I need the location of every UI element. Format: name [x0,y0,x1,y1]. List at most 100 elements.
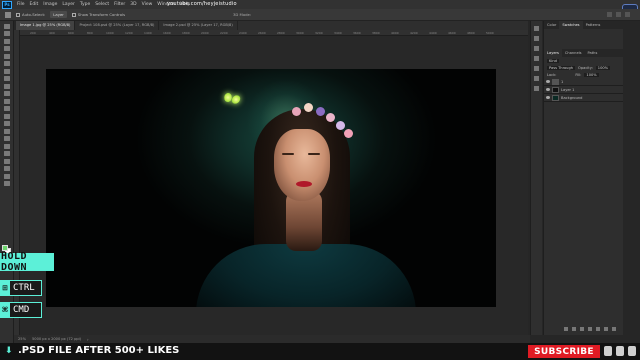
search-icon[interactable] [607,12,612,17]
brush-tool-icon[interactable] [3,83,10,89]
paragraph-panel-icon[interactable] [534,86,539,91]
history-brush-tool-icon[interactable] [3,98,10,104]
windows-icon: ⊞ [0,280,10,296]
more-tools-icon[interactable] [3,181,10,186]
auto-select-checkbox[interactable]: Auto-Select: [16,12,45,17]
lasso-tool-icon[interactable] [3,38,10,44]
fill-label: Fill: [575,72,582,77]
opacity-field[interactable]: 100% [595,65,611,70]
fx-icon[interactable] [572,327,576,331]
marquee-tool-icon[interactable] [3,31,10,36]
layer-row[interactable]: Layer 1 [544,86,623,94]
workspace-icon[interactable] [616,12,621,17]
frame-tool-icon[interactable] [3,61,10,66]
ruler-tick: 200 [30,31,36,35]
eye-icon[interactable] [546,80,550,83]
group-icon[interactable] [596,327,600,331]
zoom-level[interactable]: 25% [18,337,26,341]
ruler-tick: 2600 [258,31,266,35]
tab-image-2[interactable]: Image 2.psd @ 25% (Layer 17, RGB/8) [159,21,238,30]
layers-bottom-toolbar [564,327,616,331]
layer-name: Background [561,95,583,100]
adjustments-panel-icon[interactable] [534,46,539,51]
menu-edit[interactable]: Edit [30,2,39,7]
layer-row[interactable]: Background [544,94,623,102]
gradient-tool-icon[interactable] [3,113,10,119]
menu-view[interactable]: View [142,2,153,7]
link-icon[interactable] [564,327,568,331]
eye-icon[interactable] [546,96,550,99]
quick-select-tool-icon[interactable] [3,46,10,51]
document-canvas-image[interactable] [46,69,496,307]
type-tool-icon[interactable] [3,143,10,149]
flower-crown-flower [304,103,313,112]
libraries-panel-icon[interactable] [534,56,539,61]
move-tool-icon[interactable] [3,23,10,29]
mask-icon[interactable] [580,327,584,331]
crop-tool-icon[interactable] [3,53,10,59]
menu-file[interactable]: File [17,2,25,7]
tab-channels[interactable]: Channels [562,49,585,57]
subscribe-button[interactable]: SUBSCRIBE [528,345,600,358]
swatches-area [544,29,623,49]
share-icon[interactable] [628,346,636,356]
blend-mode-select[interactable]: Pass Through [547,65,576,70]
move-tool-icon[interactable] [5,11,11,18]
lock-label: Lock: [547,72,557,77]
rectangle-tool-icon[interactable] [3,158,10,164]
tab-paths[interactable]: Paths [585,49,601,57]
adjustment-icon[interactable] [588,327,592,331]
history-panel-icon[interactable] [534,26,539,31]
menu-layer[interactable]: Layer [62,2,75,7]
zoom-tool-icon[interactable] [3,173,10,179]
ruler-tick: 4400 [429,31,437,35]
pen-tool-icon[interactable] [3,136,10,141]
trash-icon[interactable] [612,327,616,331]
blur-tool-icon[interactable] [3,121,10,126]
eyedropper-tool-icon[interactable] [3,68,10,74]
menu-select[interactable]: Select [95,2,109,7]
photoshop-logo-icon[interactable]: Ps [2,0,12,9]
tab-layers[interactable]: Layers [544,49,562,57]
new-layer-icon[interactable] [604,327,608,331]
clone-stamp-tool-icon[interactable] [3,91,10,96]
ctrl-key-label: CTRL [10,280,42,296]
like-icon[interactable] [604,346,612,356]
chevron-right-icon[interactable]: › [87,337,89,342]
eraser-tool-icon[interactable] [3,106,10,111]
ruler-tick: 2400 [239,31,247,35]
show-transform-checkbox[interactable]: Show Transform Controls [71,12,125,17]
ruler-tick: 3200 [315,31,323,35]
ruler-tick: 4600 [448,31,456,35]
auto-select-dropdown[interactable]: Layer [50,11,67,18]
menu-type[interactable]: Type [80,2,90,7]
tab-image-1[interactable]: Image 1.jpg @ 25% (RGB/8) [16,21,76,30]
social-icons [604,346,636,356]
options-bar: Auto-Select: Layer Show Transform Contro… [0,9,640,21]
portrait-face [274,129,330,201]
eye-icon[interactable] [546,88,550,91]
tab-swatches[interactable]: Swatches [559,21,583,29]
menu-3d[interactable]: 3D [130,2,136,7]
fill-field[interactable]: 100% [584,72,599,77]
tab-patterns[interactable]: Patterns [583,21,604,29]
menu-image[interactable]: Image [43,2,57,7]
share-icon[interactable] [625,12,630,17]
layer-kind-filter[interactable]: Kind [547,58,559,63]
hand-tool-icon[interactable] [3,166,10,171]
character-panel-icon[interactable] [534,76,539,81]
brush-panel-icon[interactable] [534,66,539,71]
layer-row[interactable]: 1 [544,78,623,86]
hold-down-label: HOLD DOWN [0,251,54,273]
dodge-tool-icon[interactable] [3,128,10,134]
tab-color[interactable]: Color [544,21,559,29]
ruler-tick: 1400 [144,31,152,35]
menu-filter[interactable]: Filter [114,2,125,7]
path-select-tool-icon[interactable] [3,151,10,156]
properties-panel-icon[interactable] [534,36,539,41]
healing-brush-tool-icon[interactable] [3,76,10,81]
flower-crown-flower [344,129,353,138]
tab-project-108[interactable]: Project 108.psd @ 25% (Layer 17, RGB/8) [75,21,160,30]
bell-icon[interactable] [616,346,624,356]
layer-thumbnail [552,86,559,93]
